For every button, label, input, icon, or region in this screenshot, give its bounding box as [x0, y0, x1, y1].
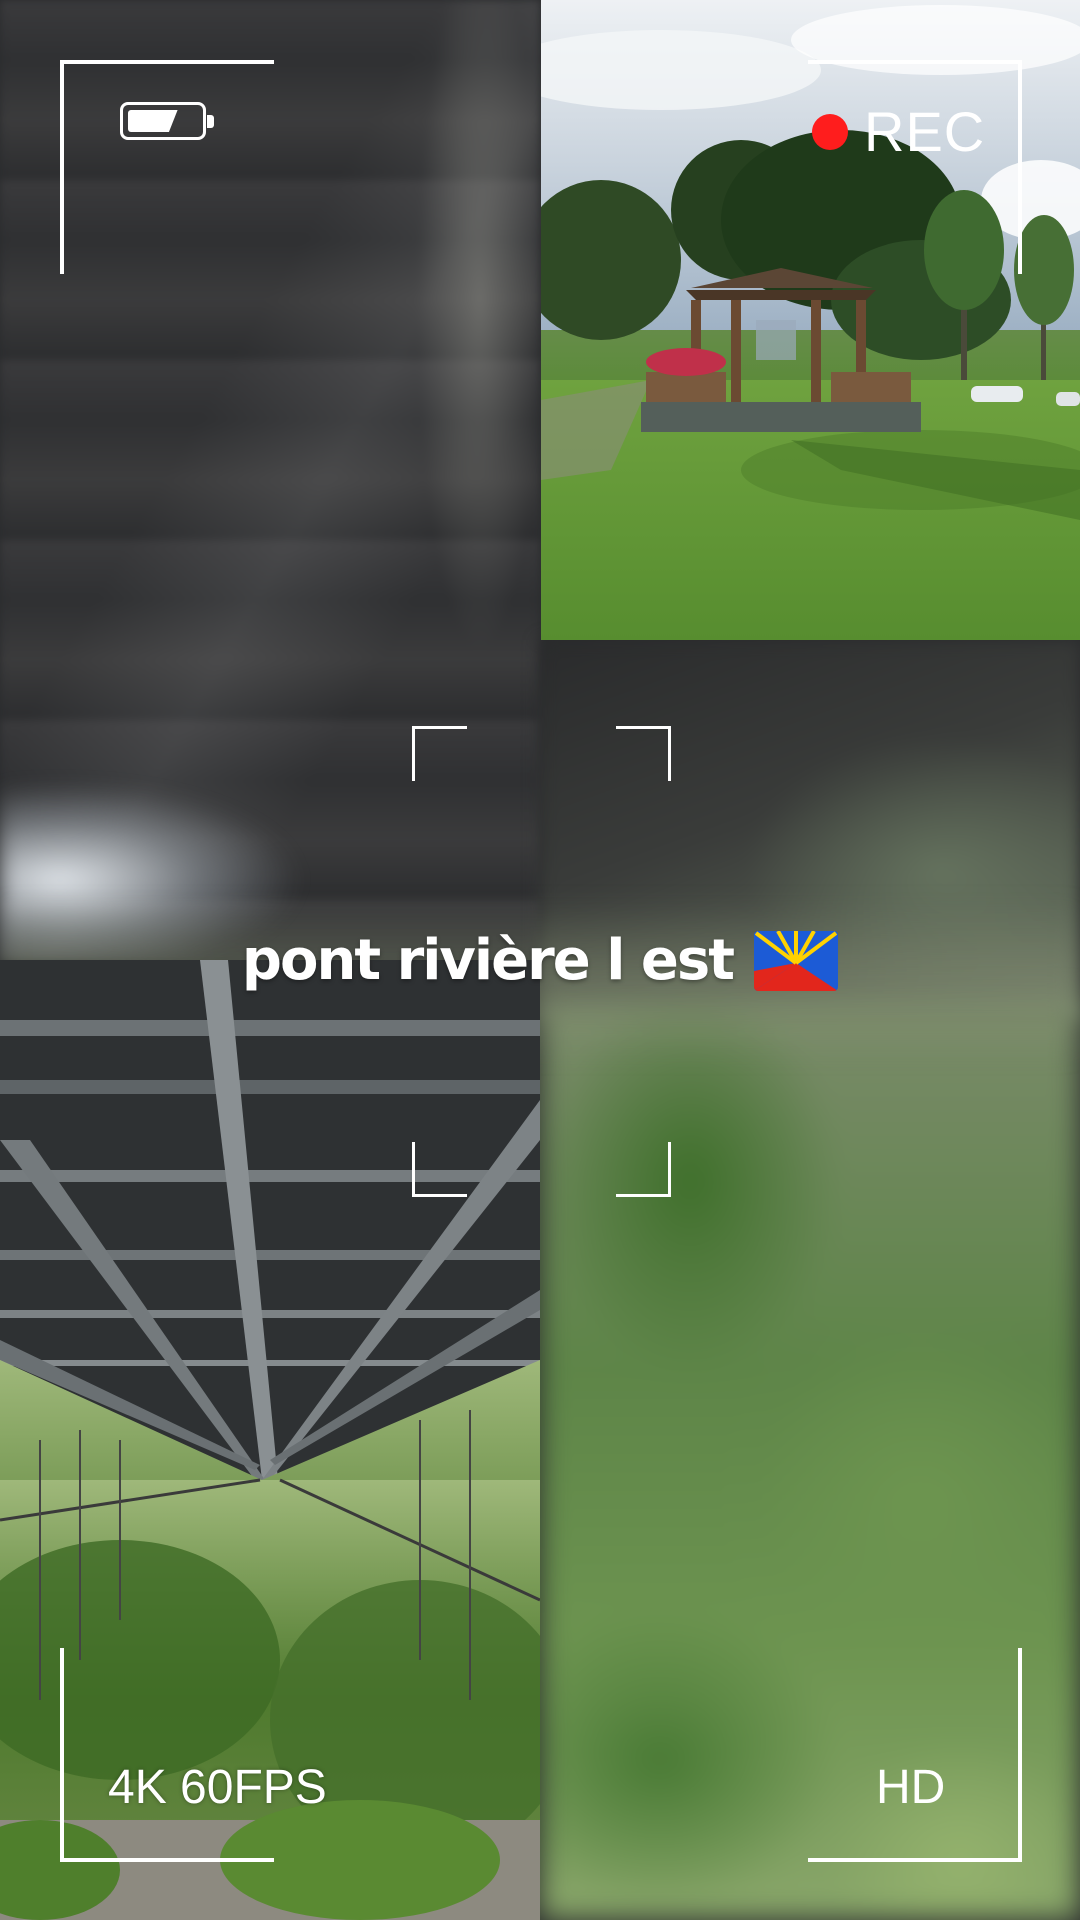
battery-icon [120, 102, 214, 140]
caption: pont rivière l est [0, 928, 1080, 993]
rec-label: REC [864, 100, 986, 163]
focus-frame-corner-top-right [616, 726, 671, 781]
viewfinder-corner-top-left [60, 60, 274, 274]
focus-frame-corner-bottom-left [412, 1142, 467, 1197]
reunion-flag-icon [754, 930, 839, 991]
record-dot-icon [812, 114, 848, 150]
hd-label: HD [876, 1761, 946, 1814]
viewfinder-corner-bottom-right [808, 1648, 1022, 1862]
focus-frame-corner-top-left [412, 726, 467, 781]
viewfinder-corner-top-right [808, 60, 1022, 274]
viewfinder-corner-bottom-left [60, 1648, 274, 1862]
focus-frame-corner-bottom-right [616, 1142, 671, 1197]
caption-text: pont rivière l est [241, 928, 735, 993]
quality-label: 4K 60FPS [108, 1761, 327, 1814]
